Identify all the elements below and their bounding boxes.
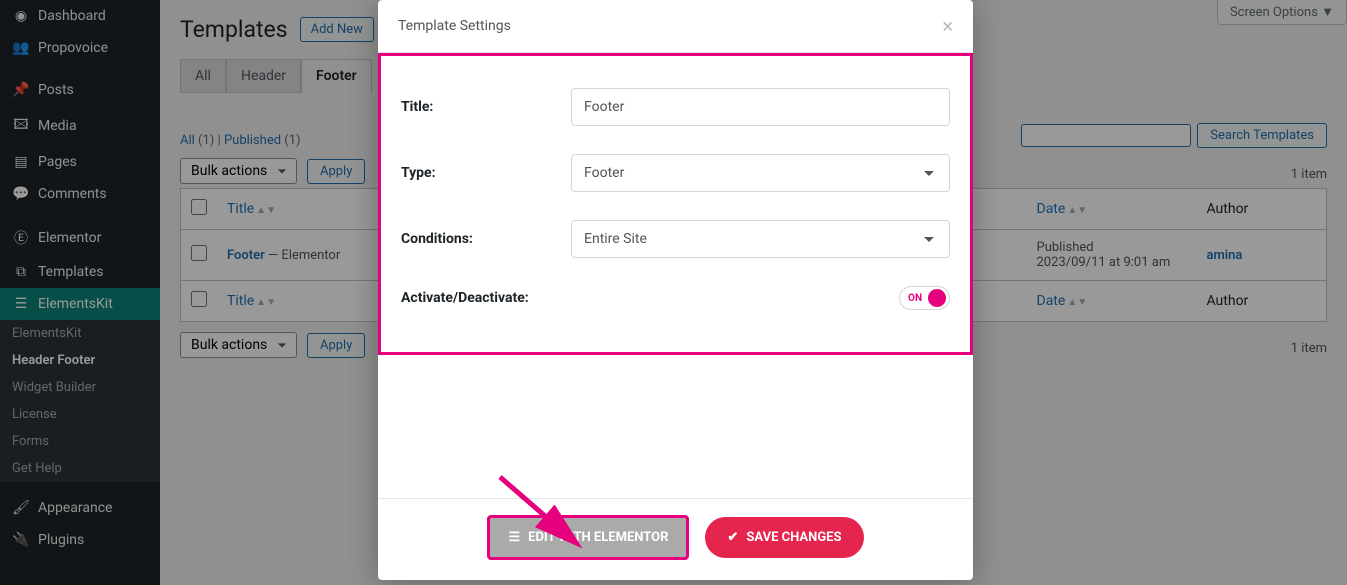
type-label: Type: [401,165,571,181]
edit-with-elementor-button[interactable]: ☰ EDIT WITH ELEMENTOR [487,515,689,560]
save-button-label: SAVE CHANGES [746,530,841,545]
settings-highlight-box: Title: Type: Footer Conditions: Entire S… [378,53,973,355]
check-circle-icon: ✔ [727,530,738,545]
conditions-label: Conditions: [401,231,571,247]
save-changes-button[interactable]: ✔ SAVE CHANGES [705,517,863,558]
modal-title: Template Settings [398,18,511,34]
conditions-select[interactable]: Entire Site [571,220,950,258]
edit-button-label: EDIT WITH ELEMENTOR [528,530,668,545]
toggle-knob [928,289,946,307]
activate-toggle[interactable]: ON [899,286,950,310]
activate-label: Activate/Deactivate: [401,290,571,306]
type-select[interactable]: Footer [571,154,950,192]
title-input[interactable] [571,88,950,126]
elementskit-icon: ☰ [508,530,520,545]
title-label: Title: [401,99,571,115]
toggle-state-label: ON [908,293,922,304]
close-icon[interactable]: × [942,14,953,38]
template-settings-modal: Template Settings × Title: Type: Footer … [378,0,973,580]
